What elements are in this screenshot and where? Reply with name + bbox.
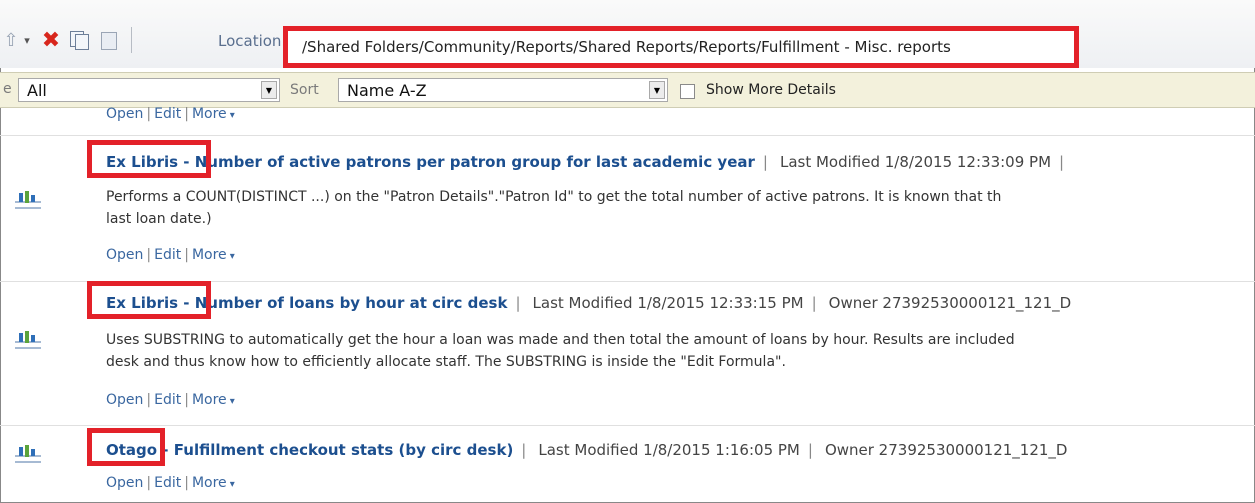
previous-item-links: Open | Edit | More ▾ — [106, 106, 235, 122]
link-separator: | — [146, 392, 152, 408]
report-icon[interactable] — [15, 191, 41, 213]
highlight-box — [87, 281, 211, 319]
meta-separator: | — [811, 294, 817, 312]
report-icon-bar — [31, 195, 35, 202]
toolbar: ⇧ ▾ ✖ Location /Shared Folders/Community… — [0, 0, 1255, 68]
chevron-down-icon[interactable]: ▾ — [230, 479, 235, 490]
edit-link[interactable]: Edit — [154, 475, 181, 491]
edit-link[interactable]: Edit — [154, 392, 181, 408]
sort-select[interactable]: Name A-Z ▼ — [338, 78, 668, 102]
report-title-link[interactable]: Otago - Fulfillment checkout stats (by c… — [106, 441, 513, 459]
filter-bar: e All ▼ Sort Name A-Z ▼ Show More Detail… — [0, 72, 1255, 108]
meta-separator: | — [807, 441, 813, 459]
type-select-value: All — [27, 81, 47, 100]
chevron-down-icon[interactable]: ▾ — [230, 251, 235, 262]
report-icon-line — [15, 461, 41, 463]
highlight-box — [87, 428, 165, 466]
report-links: Open | Edit | More ▾ — [106, 247, 235, 263]
report-title-line: Ex Libris - Number of loans by hour at c… — [106, 291, 1071, 315]
description-line: last loan date.) — [106, 211, 212, 227]
report-icon-line — [15, 347, 41, 349]
report-icon[interactable] — [15, 445, 41, 467]
more-link[interactable]: More — [192, 392, 227, 408]
report-icon-bar — [31, 335, 35, 342]
show-more-details-checkbox[interactable] — [680, 84, 695, 99]
owner: Owner 27392530000121_121_D — [828, 294, 1072, 312]
report-title[interactable]: Fulfillment checkout stats (by circ desk… — [174, 441, 514, 459]
item-divider — [0, 135, 1255, 136]
open-link[interactable]: Open — [106, 475, 143, 491]
link-separator: | — [184, 247, 189, 263]
owner: Owner 27392530000121_121_D — [824, 441, 1068, 459]
link-separator: | — [146, 247, 152, 263]
last-modified: Last Modified 1/8/2015 12:33:15 PM — [532, 294, 804, 312]
edit-link[interactable]: Edit — [154, 106, 181, 122]
chevron-down-icon[interactable]: ▼ — [261, 81, 277, 99]
report-links: Open | Edit | More ▾ — [106, 475, 235, 491]
meta-separator: | — [762, 153, 768, 171]
report-title[interactable]: Number of loans by hour at circ desk — [195, 294, 508, 312]
report-icon[interactable] — [15, 331, 41, 353]
last-modified: Last Modified 1/8/2015 1:16:05 PM — [538, 441, 800, 459]
link-separator: | — [184, 475, 189, 491]
meta-separator: | — [515, 294, 521, 312]
chevron-down-icon[interactable]: ▾ — [230, 396, 235, 407]
meta-separator: | — [521, 441, 527, 459]
sort-label: Sort — [290, 82, 319, 98]
location-label: Location — [218, 32, 282, 50]
report-icon-line — [15, 207, 41, 209]
meta-separator: | — [1059, 153, 1065, 171]
report-description: Uses SUBSTRING to automatically get the … — [106, 329, 1246, 373]
toolbar-separator — [131, 27, 132, 53]
open-link[interactable]: Open — [106, 106, 143, 122]
report-title-line: Otago - Fulfillment checkout stats (by c… — [106, 438, 1067, 462]
highlight-box — [87, 140, 211, 178]
open-link[interactable]: Open — [106, 247, 143, 263]
more-link[interactable]: More — [192, 247, 227, 263]
report-icon-bar — [19, 333, 23, 342]
chevron-down-icon[interactable]: ▼ — [649, 81, 665, 99]
report-links: Open | Edit | More ▾ — [106, 392, 235, 408]
report-icon-bar — [19, 193, 23, 202]
last-modified: Last Modified 1/8/2015 12:33:09 PM — [779, 153, 1052, 171]
more-link[interactable]: More — [192, 475, 227, 491]
paste-icon[interactable] — [97, 30, 119, 50]
description-line: Performs a COUNT(DISTINCT ...) on the "P… — [106, 189, 1002, 205]
edit-link[interactable]: Edit — [154, 247, 181, 263]
link-separator: | — [146, 106, 152, 122]
report-icon-bar — [25, 445, 29, 457]
delete-icon[interactable]: ✖ — [40, 28, 62, 53]
report-icon-bar — [31, 449, 35, 456]
more-link[interactable]: More — [192, 106, 227, 122]
report-icon-bar — [25, 331, 29, 343]
report-title-line: Ex Libris - Number of active patrons per… — [106, 150, 1072, 174]
type-label-stub: e — [3, 81, 12, 97]
location-field[interactable]: /Shared Folders/Community/Reports/Shared… — [283, 26, 1079, 68]
up-arrow-icon[interactable]: ⇧ — [2, 30, 20, 51]
report-title[interactable]: Number of active patrons per patron grou… — [195, 153, 755, 171]
show-more-details-label: Show More Details — [706, 82, 836, 98]
report-icon-bar — [25, 191, 29, 203]
open-link[interactable]: Open — [106, 392, 143, 408]
copy-icon[interactable] — [68, 30, 90, 50]
link-separator: | — [184, 106, 189, 122]
description-line: Uses SUBSTRING to automatically get the … — [106, 332, 1015, 348]
type-select[interactable]: All ▼ — [18, 78, 280, 102]
report-description: Performs a COUNT(DISTINCT ...) on the "P… — [106, 186, 1246, 230]
sort-select-value: Name A-Z — [347, 81, 427, 100]
report-icon-bar — [19, 447, 23, 456]
chevron-down-icon[interactable]: ▾ — [230, 110, 235, 121]
link-separator: | — [184, 392, 189, 408]
chevron-down-icon[interactable]: ▾ — [20, 30, 34, 50]
link-separator: | — [146, 475, 152, 491]
description-line: desk and thus know how to efficiently al… — [106, 354, 786, 370]
item-divider — [0, 425, 1255, 426]
